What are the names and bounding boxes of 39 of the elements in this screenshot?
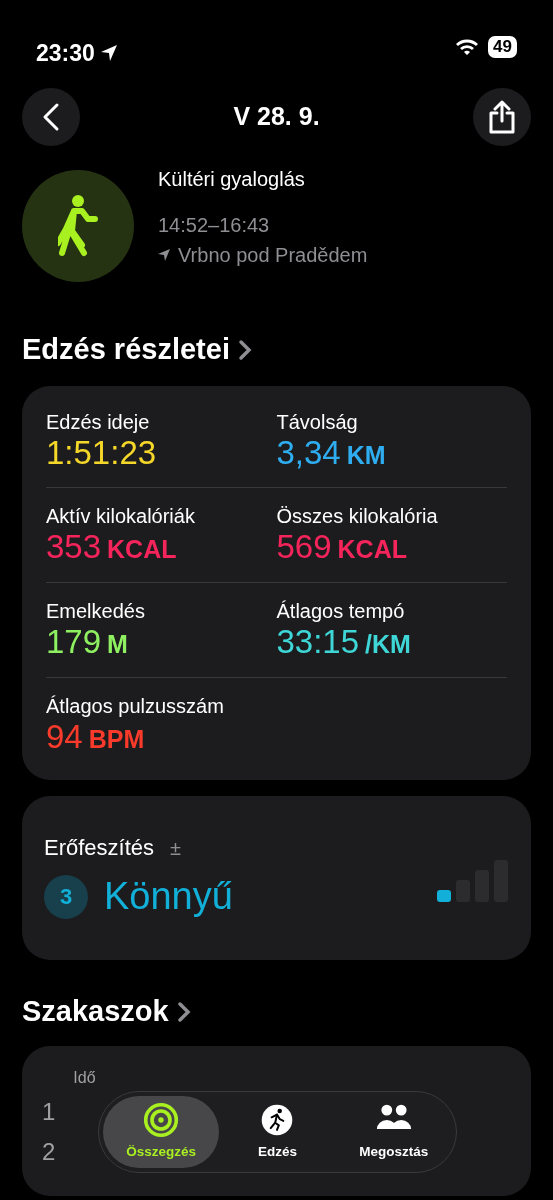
- metric-value: 3,34 KM: [276, 433, 387, 472]
- chevron-icon: [176, 1001, 191, 1023]
- tab[interactable]: Összegzés: [103, 1096, 220, 1168]
- adjust-icon[interactable]: ±: [170, 832, 182, 863]
- effort-score: 3: [44, 874, 88, 919]
- row-number: 1: [42, 1096, 57, 1127]
- workout-time: 14:52–16:43: [158, 213, 271, 238]
- metric-value: 94 BPM: [46, 718, 146, 757]
- header-title: V 28. 9.: [233, 101, 320, 133]
- metric-label: Távolság: [276, 409, 359, 434]
- back-icon: [41, 102, 61, 132]
- metric-value: 179 M: [46, 623, 129, 662]
- share-icon: [487, 99, 517, 135]
- tab[interactable]: Megosztás: [335, 1096, 452, 1168]
- effort-label: Erőfeszítés: [44, 834, 155, 863]
- workout-name: Kültéri gyaloglás: [158, 167, 306, 192]
- workout-location: Vrbno pod Pradědem: [178, 243, 368, 268]
- status-time: 23:30: [36, 39, 95, 68]
- metric-label: Emelkedés: [46, 599, 146, 624]
- battery-level: 49: [488, 36, 517, 58]
- rings-icon: [143, 1101, 180, 1138]
- row-number: 2: [42, 1136, 57, 1167]
- metric-value: 569 KCAL: [276, 528, 408, 567]
- location-arrow-icon: [158, 249, 170, 261]
- tab[interactable]: Edzés: [219, 1096, 336, 1168]
- metric-label: Edzés ideje: [46, 409, 151, 434]
- metric-label: Összes kilokalória: [276, 504, 439, 529]
- wifi-icon: [454, 37, 481, 57]
- chevron-icon: [237, 338, 252, 361]
- metric-value: 353 KCAL: [46, 528, 178, 567]
- metric-label: Átlagos tempó: [276, 599, 406, 624]
- metric-label: Átlagos pulzusszám: [46, 694, 225, 719]
- effort-rating: Könnyű: [104, 874, 233, 920]
- section-title: Edzés részletei: [22, 332, 230, 367]
- metric-label: Aktív kilokalóriák: [46, 504, 196, 529]
- metric-value: 1:51:23: [46, 433, 158, 472]
- column-header: Idő: [73, 1067, 97, 1088]
- metric-value: 33:15 /KM: [276, 623, 412, 662]
- section-title: Szakaszok: [22, 994, 169, 1030]
